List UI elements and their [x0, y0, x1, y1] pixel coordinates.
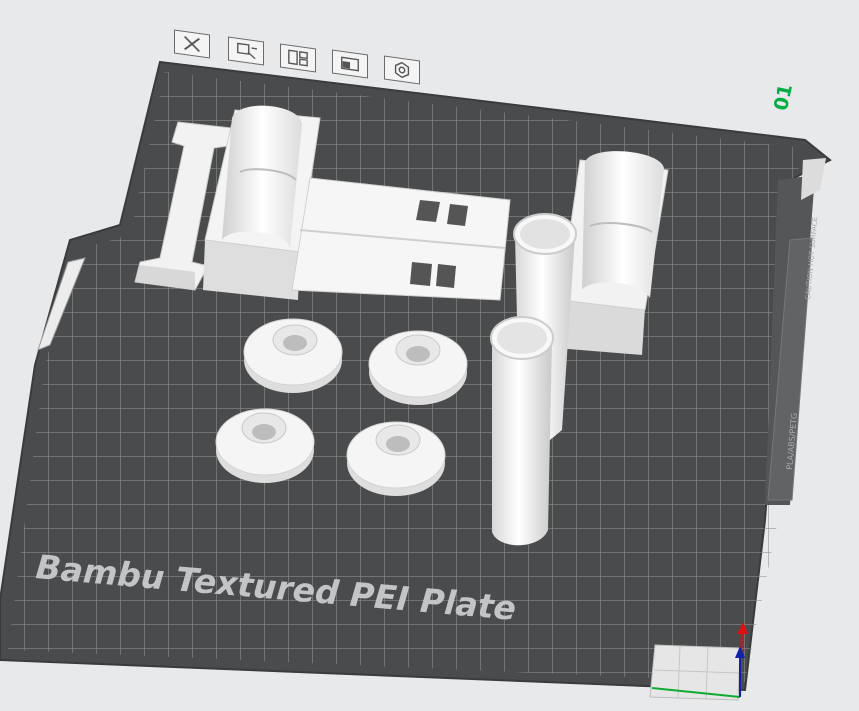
lock-icon — [341, 56, 359, 72]
close-icon — [184, 35, 200, 53]
washer-part-2[interactable] — [368, 330, 468, 405]
build-plate-view[interactable]: Bambu Textured PEI Plate CAUTION HOT SUR… — [0, 0, 859, 707]
auto-orient-button[interactable] — [280, 43, 316, 73]
arrange-icon — [237, 42, 257, 60]
gear-icon — [394, 61, 410, 79]
plate-settings-button[interactable] — [384, 55, 420, 85]
washer-part-3[interactable] — [215, 408, 315, 483]
tube-part-2[interactable] — [490, 316, 554, 546]
orient-icon — [288, 49, 308, 67]
plate-toolbar — [170, 29, 430, 86]
lock-plate-button[interactable] — [332, 49, 368, 79]
washer-part-1[interactable] — [243, 318, 343, 393]
3d-viewport[interactable]: Bambu Textured PEI Plate CAUTION HOT SUR… — [0, 0, 859, 707]
arrange-plate-button[interactable] — [228, 36, 264, 66]
center-plate-part[interactable] — [291, 177, 511, 301]
washer-part-4[interactable] — [346, 421, 446, 496]
delete-plate-button[interactable] — [174, 29, 210, 59]
